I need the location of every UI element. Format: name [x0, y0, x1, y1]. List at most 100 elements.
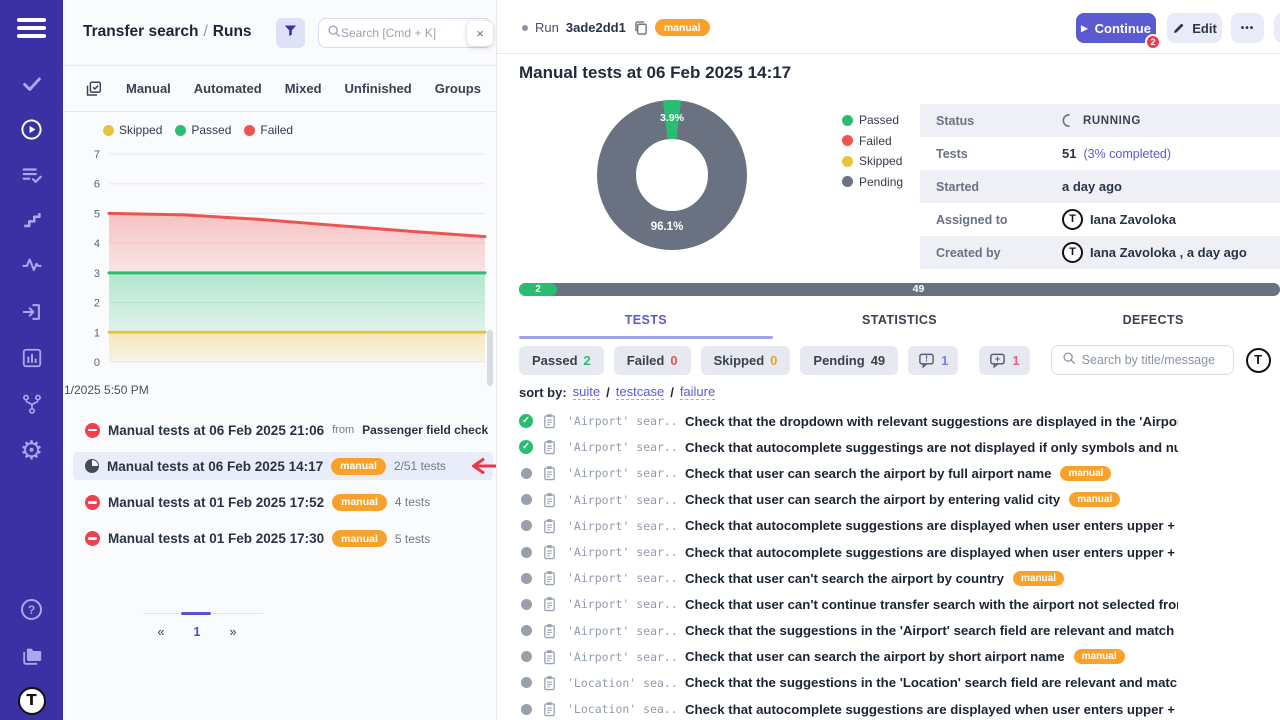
run-row[interactable]: Manual tests at 06 Feb 2025 21:06 from P…: [73, 416, 493, 444]
test-row[interactable]: 'Airport' sear... Check that autocomplete…: [519, 539, 1280, 565]
test-suite[interactable]: 'Location' sea...: [567, 676, 679, 690]
tab-automated[interactable]: Automated: [194, 81, 262, 96]
test-title[interactable]: Check that user can search the airport b…: [685, 649, 1065, 664]
sort-by-suite[interactable]: suite: [573, 384, 600, 400]
run-row[interactable]: Manual tests at 06 Feb 2025 14:17 manual…: [73, 452, 493, 480]
breadcrumb-parent[interactable]: Transfer search: [83, 23, 198, 40]
run-row[interactable]: Manual tests at 01 Feb 2025 17:52 manual…: [73, 488, 493, 516]
projects-folder-icon[interactable]: [0, 645, 63, 667]
runs-search[interactable]: [318, 18, 492, 48]
test-row[interactable]: 'Location' sea... Check that the suggesti…: [519, 670, 1280, 696]
test-search[interactable]: [1051, 345, 1234, 375]
test-title[interactable]: Check that autocomplete suggestings are …: [685, 440, 1178, 455]
tab-unfinished[interactable]: Unfinished: [345, 81, 412, 96]
test-row[interactable]: 'Airport' sear... Check that user can sea…: [519, 460, 1280, 486]
test-row[interactable]: 'Airport' sear... Check that autocomplete…: [519, 513, 1280, 539]
filter-pending[interactable]: Pending49: [800, 346, 898, 375]
test-title[interactable]: Check that the suggestions in the 'Airpo…: [685, 623, 1178, 638]
edit-button[interactable]: Edit: [1167, 13, 1222, 43]
test-search-input[interactable]: [1082, 353, 1222, 367]
test-suite[interactable]: 'Airport' sear...: [567, 650, 679, 664]
test-row[interactable]: 'Airport' sear... Check that user can't c…: [519, 591, 1280, 617]
tab-tests[interactable]: TESTS: [519, 306, 773, 334]
filter-button[interactable]: [276, 18, 305, 48]
branch-icon[interactable]: [0, 393, 63, 415]
test-title[interactable]: Check that user can search the airport b…: [685, 492, 1060, 507]
test-suite[interactable]: 'Airport' sear...: [567, 624, 679, 638]
test-title[interactable]: Check that autocomplete suggestions are …: [685, 518, 1178, 533]
test-suite[interactable]: 'Airport' sear...: [567, 571, 679, 585]
filter-passed[interactable]: Passed2: [519, 346, 604, 375]
tab-mixed[interactable]: Mixed: [285, 81, 322, 96]
checks-icon[interactable]: [0, 73, 63, 95]
test-title[interactable]: Check that the dropdown with relevant su…: [685, 414, 1178, 429]
tab-manual[interactable]: Manual: [126, 81, 171, 96]
sort-by-testcase[interactable]: testcase: [616, 384, 664, 400]
runs-play-icon[interactable]: [0, 118, 63, 141]
test-title[interactable]: Check that autocomplete suggestions are …: [685, 545, 1178, 560]
svg-text:+: +: [995, 354, 1001, 365]
spinner-icon: [1062, 113, 1076, 128]
pagination-page-1[interactable]: 1: [179, 625, 215, 639]
info-row-created: Created by TIana Zavoloka , a day ago: [920, 236, 1280, 269]
test-plans-icon[interactable]: [0, 164, 63, 186]
test-suite[interactable]: 'Airport' sear...: [567, 545, 679, 559]
run-status-icon: [85, 423, 100, 438]
workspace-logo[interactable]: T: [0, 687, 63, 715]
tab-groups[interactable]: Groups: [435, 81, 481, 96]
user-avatar[interactable]: T: [1246, 348, 1271, 373]
search-icon: [327, 24, 341, 43]
test-row[interactable]: 'Airport' sear... Check that autocomplete…: [519, 434, 1280, 460]
hamburger-menu-icon[interactable]: [17, 18, 46, 43]
test-title[interactable]: Check that user can't search the airport…: [685, 571, 1004, 586]
help-icon[interactable]: ?: [0, 599, 63, 620]
comments-count: 1: [941, 353, 948, 368]
continue-button[interactable]: ▶ Continue 2: [1076, 13, 1156, 43]
tab-statistics[interactable]: STATISTICS: [773, 306, 1027, 334]
test-suite[interactable]: 'Airport' sear...: [567, 519, 679, 533]
panel-scrollbar[interactable]: [487, 330, 493, 386]
overflow-button-sliver[interactable]: [1274, 13, 1280, 43]
test-title[interactable]: Check that user can't continue transfer …: [685, 597, 1178, 612]
runs-search-input[interactable]: [341, 26, 461, 40]
pending-legend-dot: [842, 176, 853, 187]
test-suite[interactable]: 'Airport' sear...: [567, 466, 679, 480]
passed-legend-dot: [175, 125, 186, 136]
pagination-next[interactable]: »: [215, 625, 251, 639]
skipped-legend-dot: [842, 156, 853, 167]
milestones-steps-icon[interactable]: [0, 209, 63, 231]
test-row[interactable]: 'Airport' sear... Check that the dropdown…: [519, 408, 1280, 434]
info-label: Created by: [920, 246, 1062, 260]
test-suite[interactable]: 'Airport' sear...: [567, 440, 679, 454]
settings-gear-icon[interactable]: ⚙: [0, 437, 63, 463]
select-all-icon[interactable]: [85, 80, 103, 98]
test-title[interactable]: Check that autocomplete suggestions are …: [685, 702, 1178, 717]
test-status-icon: [521, 651, 532, 662]
filter-comments[interactable]: ! 1: [908, 346, 958, 375]
filter-skipped[interactable]: Skipped0: [701, 346, 791, 375]
pagination-prev[interactable]: «: [143, 625, 179, 639]
sort-by-failure[interactable]: failure: [680, 384, 715, 400]
test-row[interactable]: 'Airport' sear... Check that user can't s…: [519, 565, 1280, 591]
analytics-icon[interactable]: [0, 347, 63, 369]
more-button[interactable]: •••: [1231, 13, 1264, 43]
test-suite[interactable]: 'Airport' sear...: [567, 414, 679, 428]
filter-failed[interactable]: Failed0: [614, 346, 691, 375]
test-suite[interactable]: 'Airport' sear...: [567, 597, 679, 611]
filter-added-comments[interactable]: + 1: [979, 346, 1029, 375]
test-row[interactable]: 'Location' sea... Check that autocomplete…: [519, 696, 1280, 720]
donut-passed-label: 3.9%: [660, 112, 685, 124]
test-title[interactable]: Check that the suggestions in the 'Locat…: [685, 675, 1178, 690]
test-title[interactable]: Check that user can search the airport b…: [685, 466, 1051, 481]
test-suite[interactable]: 'Airport' sear...: [567, 493, 679, 507]
test-row[interactable]: 'Airport' sear... Check that user can sea…: [519, 644, 1280, 670]
test-row[interactable]: 'Airport' sear... Check that the suggesti…: [519, 618, 1280, 644]
copy-icon[interactable]: [633, 20, 648, 36]
search-close-button[interactable]: ×: [467, 21, 493, 46]
test-suite[interactable]: 'Location' sea...: [567, 702, 679, 716]
run-row[interactable]: Manual tests at 01 Feb 2025 17:30 manual…: [73, 525, 493, 553]
test-row[interactable]: 'Airport' sear... Check that user can sea…: [519, 487, 1280, 513]
activity-pulse-icon[interactable]: [0, 254, 63, 276]
tab-defects[interactable]: DEFECTS: [1026, 306, 1280, 334]
pull-requests-icon[interactable]: [0, 301, 63, 323]
